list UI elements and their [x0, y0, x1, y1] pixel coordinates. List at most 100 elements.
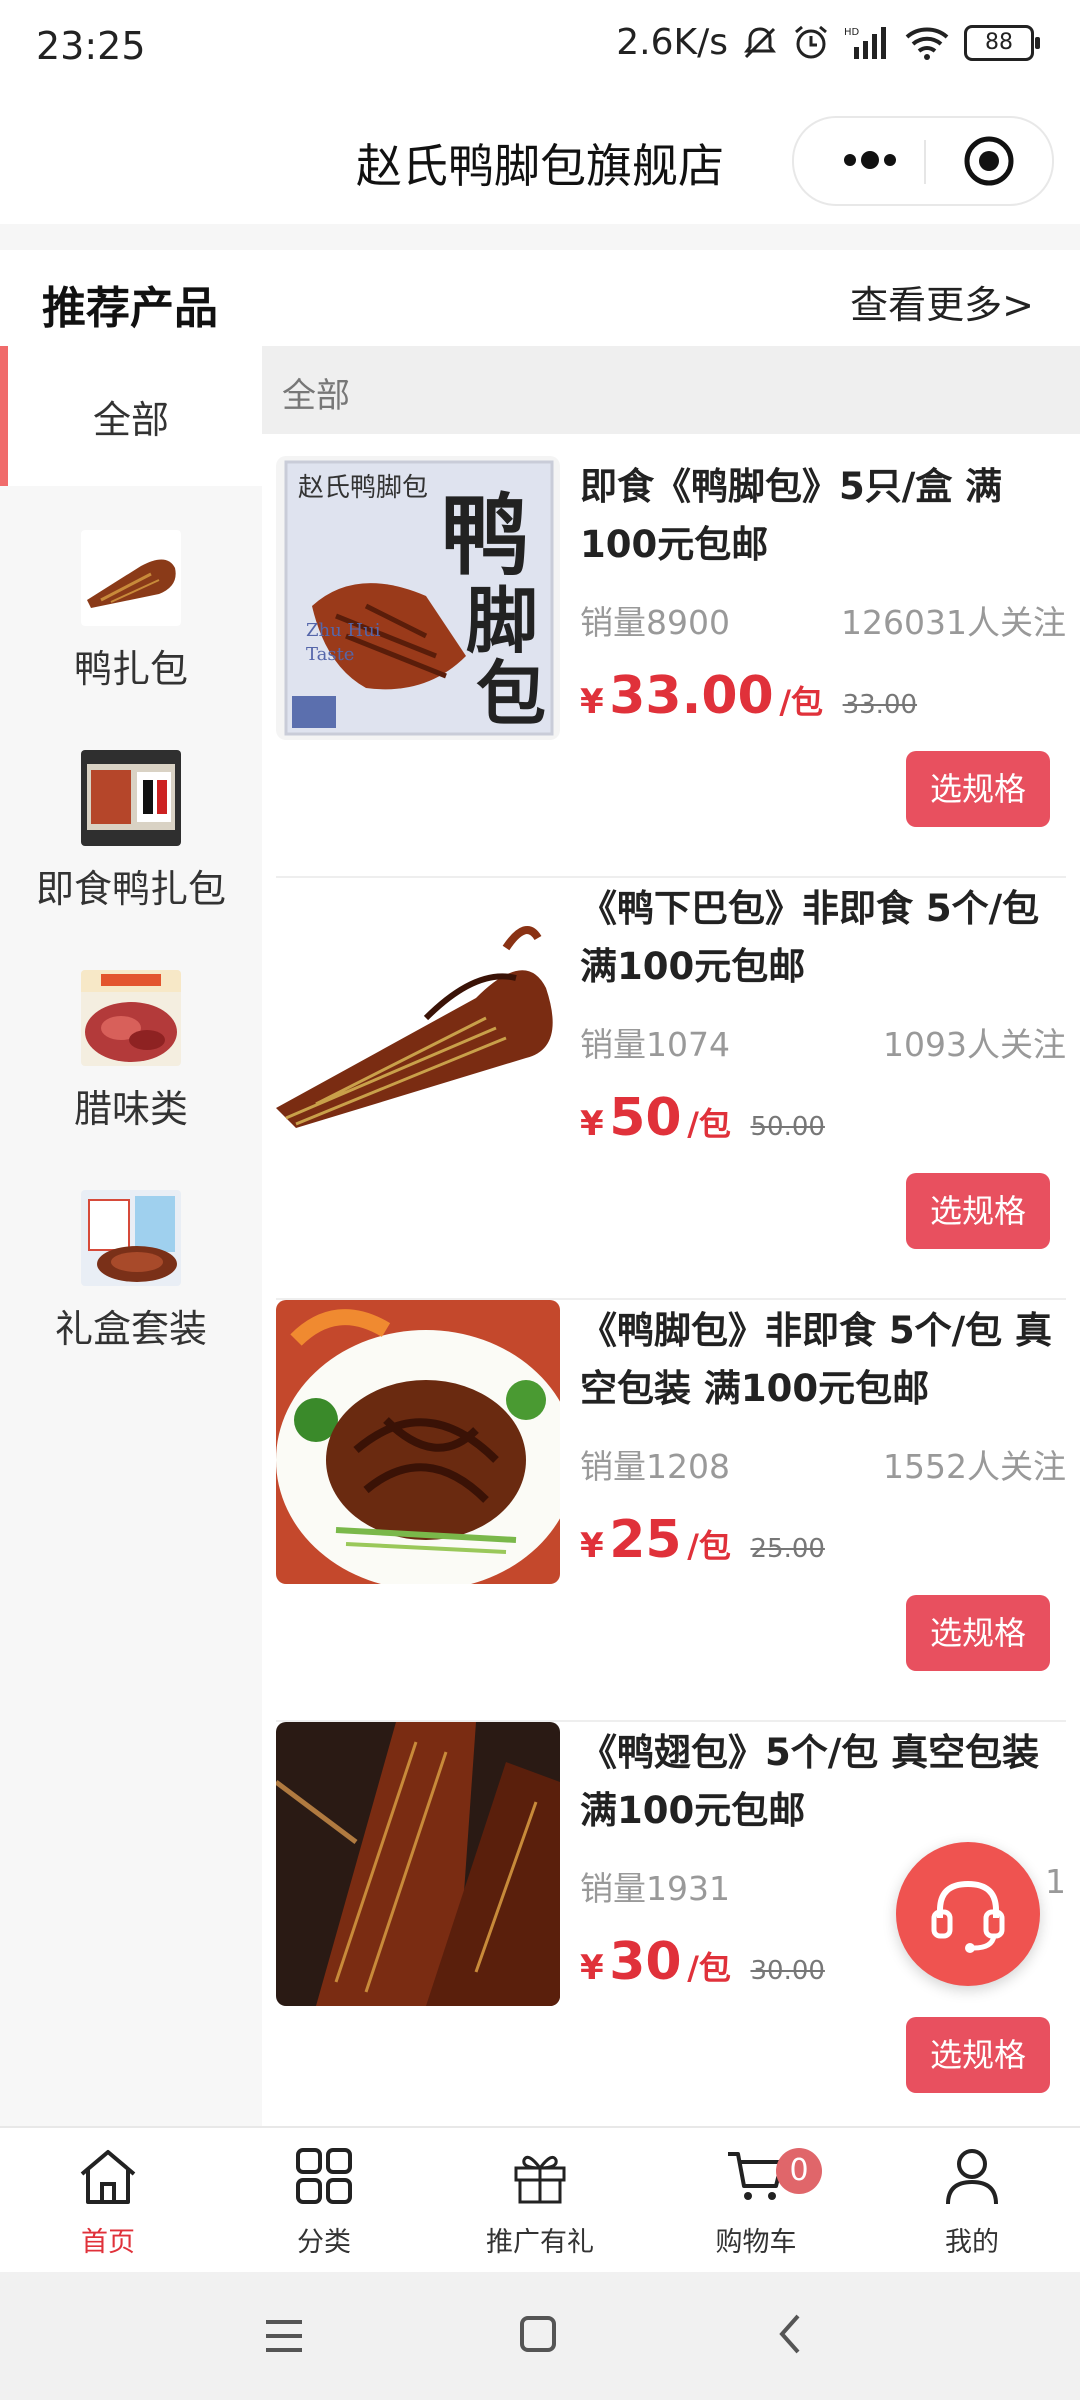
price-unit: /包 — [687, 1949, 731, 1987]
tab-cart[interactable]: 0 购物车 — [648, 2128, 864, 2274]
select-spec-button[interactable]: 选规格 — [906, 1595, 1050, 1671]
sidebar-item-label: 全部 — [92, 397, 169, 442]
cart-count-badge: 0 — [776, 2148, 822, 2194]
target-icon[interactable] — [962, 134, 1016, 188]
original-price: 30.00 — [750, 1956, 825, 1986]
price-value: 30 — [609, 1932, 682, 1992]
sidebar-item-label: 礼盒套装 — [54, 1306, 207, 1351]
gift-box-thumb — [81, 1189, 181, 1286]
product-followers: 1552人关注 — [883, 1447, 1066, 1486]
tab-promotion[interactable]: 推广有礼 — [432, 2128, 648, 2274]
product-sales: 销量1074 — [580, 1025, 730, 1064]
price-value: 50 — [609, 1088, 682, 1148]
product-name: 《鸭下巴包》非即食 5个/包 满100元包邮 — [580, 887, 1040, 988]
product-price: ¥ 25 /包 25.00 — [580, 1510, 825, 1570]
home-icon — [80, 2150, 136, 2204]
product-card[interactable]: 《鸭脚包》非即食 5个/包 真空包装 满100元包邮 销量1208 1552人关… — [276, 1300, 1066, 1722]
product-image-duck-chin — [276, 878, 560, 1162]
currency-symbol: ¥ — [580, 1526, 604, 1566]
tab-home[interactable]: 首页 — [0, 2128, 216, 2274]
product-card[interactable]: 《鸭下巴包》非即食 5个/包 满100元包邮 销量1074 1093人关注 ¥ … — [276, 878, 1066, 1300]
sidebar-item-gift-box[interactable]: 礼盒套装 — [0, 1176, 262, 1366]
svg-text:Taste: Taste — [306, 644, 354, 665]
tab-label: 首页 — [81, 2227, 135, 2258]
gift-icon — [514, 2155, 566, 2204]
product-name: 《鸭翅包》5个/包 真空包装 满100元包邮 — [580, 1731, 1040, 1832]
sidebar-item-label: 鸭扎包 — [73, 646, 188, 691]
nav-bar: 赵氏鸭脚包旗舰店 — [0, 100, 1080, 224]
select-spec-button[interactable]: 选规格 — [906, 2017, 1050, 2093]
section-header: 推荐产品 查看更多> — [0, 250, 1080, 346]
currency-symbol: ¥ — [580, 1948, 604, 1988]
product-image-duck-wing — [276, 1722, 560, 2006]
section-title: 推荐产品 — [42, 283, 218, 334]
cured-meat-thumb — [81, 969, 181, 1066]
price-unit: /包 — [779, 683, 824, 721]
svg-text:赵氏鸭脚包: 赵氏鸭脚包 — [298, 473, 428, 503]
price-unit: /包 — [687, 1105, 731, 1143]
status-bar: 23:25 2.6K/s HD 88 — [0, 0, 1080, 100]
bottom-tab-bar: 首页 分类 推广有礼 0 购物车 我的 — [0, 2126, 1080, 2274]
hd-signal-icon: HD — [844, 26, 886, 59]
ready-duck-wrap-thumb — [81, 749, 181, 846]
svg-text:包: 包 — [476, 652, 546, 735]
product-name: 《鸭脚包》非即食 5个/包 真空包装 满100元包邮 — [580, 1309, 1053, 1410]
price-value: 25 — [609, 1510, 682, 1570]
system-navigation-bar — [0, 2272, 1080, 2400]
sidebar-item-label: 腊味类 — [73, 1086, 188, 1131]
sidebar-item-ready-duck-wrap[interactable]: 即食鸭扎包 — [0, 736, 262, 926]
mini-program-capsule — [792, 116, 1054, 206]
sidebar-item-all[interactable]: 全部 — [0, 346, 262, 486]
user-icon — [946, 2149, 998, 2205]
svg-text:鸭: 鸭 — [441, 483, 529, 587]
back-icon[interactable] — [774, 2312, 804, 2356]
grid-icon — [296, 2148, 352, 2204]
original-price: 50.00 — [750, 1112, 825, 1142]
headset-icon — [931, 1880, 1005, 1953]
tab-profile[interactable]: 我的 — [864, 2128, 1080, 2274]
home-square-icon[interactable] — [518, 2314, 558, 2354]
category-sidebar: 全部 鸭扎包 即食鸭扎包 腊味类 礼盒套装 — [0, 346, 262, 2126]
product-price: ¥ 50 /包 50.00 — [580, 1088, 825, 1148]
svg-text:HD: HD — [844, 27, 860, 38]
menu-icon[interactable] — [262, 2316, 306, 2356]
tab-label: 我的 — [945, 2227, 999, 2258]
category-title: 全部 — [282, 376, 350, 416]
product-sales: 销量1208 — [580, 1447, 730, 1486]
product-followers: 1 — [1045, 1862, 1066, 1901]
alarm-icon — [795, 25, 827, 58]
product-followers: 126031人关注 — [841, 603, 1066, 642]
category-title-bar: 全部 — [262, 346, 1080, 434]
sidebar-item-cured-meat[interactable]: 腊味类 — [0, 956, 262, 1146]
price-value: 33.00 — [609, 666, 774, 726]
battery-icon: 88 — [964, 24, 1040, 61]
sidebar-item-label: 即食鸭扎包 — [35, 866, 226, 911]
customer-service-button[interactable] — [896, 1842, 1040, 1986]
original-price: 25.00 — [750, 1534, 825, 1564]
product-followers: 1093人关注 — [883, 1025, 1066, 1064]
network-speed: 2.6K/s — [616, 22, 728, 63]
product-card[interactable]: 赵氏鸭脚包 鸭 脚 包 Zhu Hui Taste 即食《鸭脚包》5只/盒 满1… — [276, 456, 1066, 878]
currency-symbol: ¥ — [580, 682, 604, 722]
product-sales: 销量1931 — [580, 1869, 730, 1908]
svg-text:脚: 脚 — [466, 578, 538, 663]
tab-label: 推广有礼 — [486, 2227, 594, 2258]
duck-wrap-thumb — [81, 529, 181, 626]
capsule-divider — [924, 140, 926, 184]
product-name: 即食《鸭脚包》5只/盒 满100元包邮 — [580, 465, 1003, 566]
view-more-link[interactable]: 查看更多> — [850, 274, 1034, 329]
currency-symbol: ¥ — [580, 1104, 604, 1144]
product-price: ¥ 33.00 /包 33.00 — [580, 666, 917, 726]
product-sales: 销量8900 — [580, 603, 730, 642]
tab-label: 购物车 — [715, 2227, 797, 2258]
mute-icon — [744, 26, 776, 58]
tab-label: 分类 — [297, 2227, 351, 2258]
tab-category[interactable]: 分类 — [216, 2128, 432, 2274]
price-unit: /包 — [687, 1527, 731, 1565]
select-spec-button[interactable]: 选规格 — [906, 1173, 1050, 1249]
sidebar-item-duck-wrap[interactable]: 鸭扎包 — [0, 516, 262, 706]
more-dots-icon[interactable] — [830, 138, 910, 182]
product-price: ¥ 30 /包 30.00 — [580, 1932, 825, 1992]
svg-text:Zhu Hui: Zhu Hui — [306, 620, 381, 641]
select-spec-button[interactable]: 选规格 — [906, 751, 1050, 827]
